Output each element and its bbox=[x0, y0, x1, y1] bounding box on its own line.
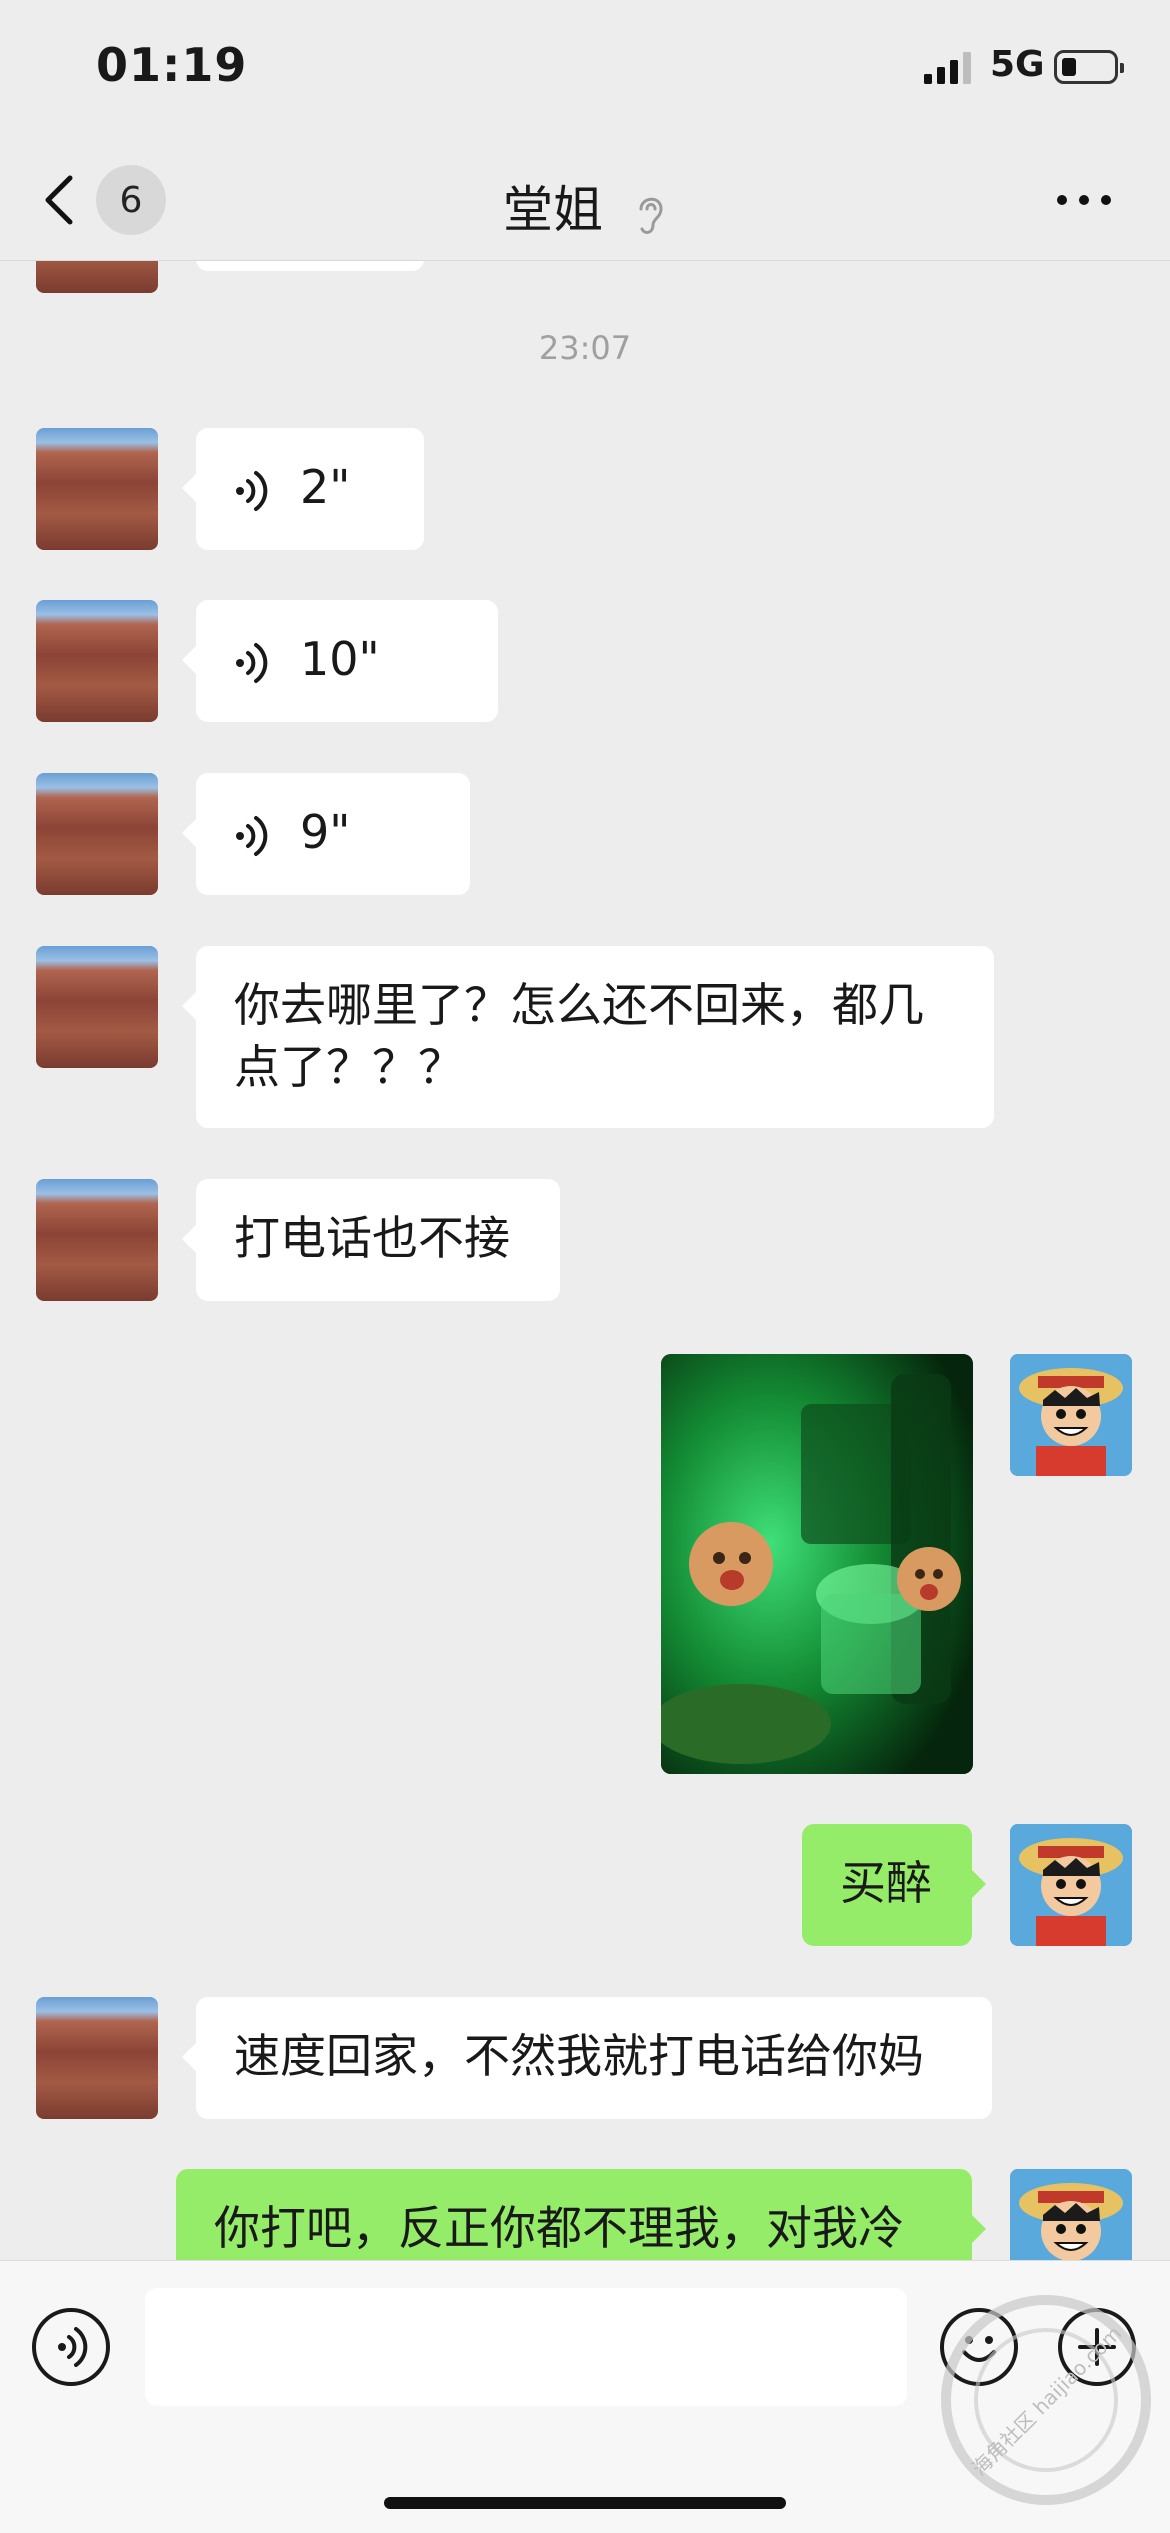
message-text-line: 点了？？？ bbox=[234, 1040, 464, 1094]
contact-avatar[interactable] bbox=[36, 428, 158, 550]
status-bar: 01:19 5G bbox=[0, 0, 1170, 140]
self-message-bubble[interactable]: 买醉 bbox=[802, 1824, 986, 1946]
voice-icon bbox=[236, 815, 268, 856]
self-avatar[interactable] bbox=[1010, 1354, 1132, 1476]
message-text: 打电话也不接 bbox=[234, 1211, 510, 1265]
message-timestamp: 23:07 bbox=[538, 329, 632, 367]
contact-avatar[interactable] bbox=[36, 773, 158, 895]
message-text: 买醉 bbox=[840, 1856, 932, 1910]
luffy-avatar-art bbox=[1010, 1824, 1132, 1946]
voice-toggle-button[interactable] bbox=[32, 2308, 110, 2386]
message-list[interactable]: 23:07 2" 10" 9" 你去哪里了？怎么还不回来，都几 点了？？？ 打电… bbox=[0, 261, 1170, 2260]
network-label: 5G bbox=[990, 44, 1045, 85]
voice-icon bbox=[236, 642, 268, 683]
message-bubble-partial[interactable] bbox=[196, 261, 424, 271]
message-text: 速度回家，不然我就打电话给你妈 bbox=[234, 2029, 924, 2083]
message-text-line: 你去哪里了？怎么还不回来，都几 bbox=[234, 978, 924, 1032]
message-input[interactable] bbox=[145, 2288, 907, 2406]
self-message-bubble[interactable]: 你打吧，反正你都不理我，对我冷 bbox=[176, 2169, 986, 2260]
chat-title-wrap: 堂姐 bbox=[0, 170, 1170, 242]
chat-header: 6 堂姐 bbox=[0, 140, 1170, 261]
ear-icon bbox=[639, 197, 663, 234]
home-indicator bbox=[384, 2497, 786, 2509]
watermark-text: 海角社区 haijiao.com bbox=[967, 2321, 1126, 2480]
watermark: 海角社区 haijiao.com bbox=[941, 2295, 1151, 2505]
voice-icon bbox=[236, 470, 268, 511]
battery-icon bbox=[1054, 50, 1124, 84]
voice-duration: 2" bbox=[300, 460, 351, 514]
sent-photo[interactable] bbox=[661, 1354, 973, 1774]
text-message-bubble[interactable]: 速度回家，不然我就打电话给你妈 bbox=[182, 1997, 992, 2119]
contact-avatar[interactable] bbox=[36, 1179, 158, 1301]
voice-icon bbox=[58, 2327, 88, 2367]
voice-message-bubble[interactable]: 2" bbox=[182, 428, 424, 550]
contact-avatar[interactable] bbox=[36, 600, 158, 722]
luffy-avatar-art bbox=[1010, 1354, 1132, 1476]
voice-message-bubble[interactable]: 9" bbox=[182, 773, 470, 895]
message-text: 你打吧，反正你都不理我，对我冷 bbox=[214, 2201, 904, 2255]
self-avatar[interactable] bbox=[1010, 1824, 1132, 1946]
more-icon[interactable] bbox=[1054, 192, 1114, 208]
contact-avatar[interactable] bbox=[36, 946, 158, 1068]
contact-avatar[interactable] bbox=[36, 261, 158, 293]
voice-duration: 10" bbox=[300, 632, 380, 686]
contact-avatar[interactable] bbox=[36, 1997, 158, 2119]
chat-title: 堂姐 bbox=[503, 181, 604, 239]
voice-message-bubble[interactable]: 10" bbox=[182, 600, 498, 722]
photo-content bbox=[661, 1354, 973, 1774]
self-avatar[interactable] bbox=[1010, 2169, 1132, 2260]
voice-duration: 9" bbox=[300, 805, 351, 859]
signal-icon bbox=[924, 52, 971, 84]
status-time: 01:19 bbox=[96, 38, 248, 92]
text-message-bubble[interactable]: 打电话也不接 bbox=[182, 1179, 560, 1301]
text-message-bubble[interactable]: 你去哪里了？怎么还不回来，都几 点了？？？ bbox=[182, 946, 994, 1128]
luffy-avatar-art bbox=[1010, 2169, 1132, 2260]
